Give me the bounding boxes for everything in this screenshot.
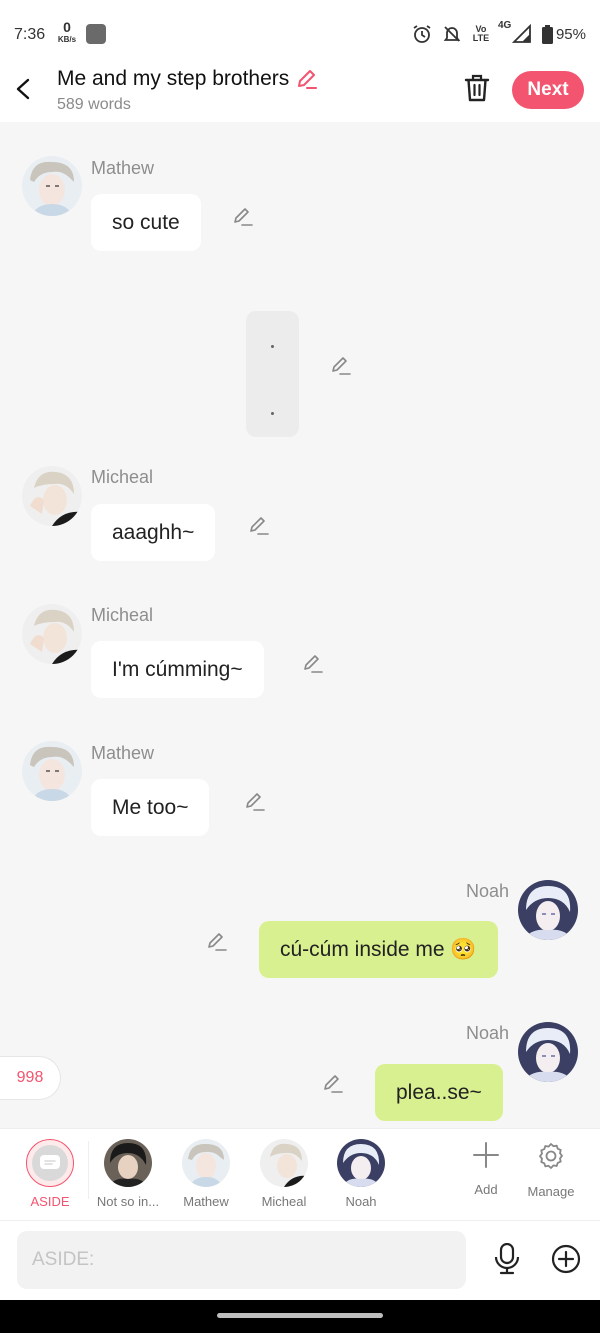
plus-icon (473, 1142, 499, 1168)
avatar-noah[interactable] (518, 880, 578, 940)
signal-icon (511, 24, 531, 43)
message-bubble[interactable]: Me too~ (91, 779, 210, 836)
mute-bell-icon (443, 26, 461, 42)
divider (88, 1141, 89, 1199)
sender-name: Micheal (91, 605, 154, 625)
avatar-micheal[interactable] (22, 604, 82, 664)
character-avatar (182, 1139, 230, 1187)
character-not-so-in[interactable]: Not so in... (92, 1139, 164, 1209)
net-speed-unit: KB/s (57, 35, 77, 44)
character-label: Noah (345, 1194, 377, 1209)
message-bubble[interactable]: I'm cúmming~ (91, 641, 264, 698)
sender-name: Micheal (91, 467, 154, 487)
manage-characters-button[interactable]: Manage (521, 1141, 581, 1199)
home-gesture-bar[interactable] (217, 1313, 383, 1318)
avatar-micheal[interactable] (22, 466, 82, 526)
sender-name: Noah (466, 1023, 510, 1043)
message-bubble[interactable]: aaaghh~ (91, 504, 216, 561)
aside-bubble-icon (40, 1155, 60, 1169)
composer (0, 1220, 600, 1300)
dot (271, 412, 274, 415)
status-time: 7:36 (14, 26, 46, 43)
character-avatar (260, 1139, 308, 1187)
character-label: Mathew (183, 1194, 229, 1209)
net-speed-value: 0 (63, 19, 71, 35)
trash-icon[interactable] (464, 74, 490, 102)
character-label: Not so in... (96, 1194, 160, 1209)
edit-message-icon[interactable] (206, 930, 228, 952)
signal-group: 4G (498, 20, 532, 44)
microphone-icon[interactable] (493, 1243, 521, 1275)
character-avatar (337, 1139, 385, 1187)
system-nav-bar (0, 1300, 600, 1333)
story-header: Me and my step brothers 589 words Next (0, 62, 600, 122)
message-bubble[interactable]: cú-cúm inside me 🥺 (259, 921, 498, 978)
volte-indicator: Vo LTE (472, 24, 490, 43)
word-count: 589 words (57, 96, 131, 113)
aside-avatar (26, 1139, 74, 1187)
character-aside[interactable]: ASIDE (14, 1139, 86, 1209)
alarm-icon (413, 25, 431, 43)
character-selector: ASIDE Not so in... Mathew Micheal Noah A… (0, 1128, 600, 1220)
edit-message-icon[interactable] (244, 790, 266, 812)
character-avatar (104, 1139, 152, 1187)
avatar-mathew[interactable] (22, 156, 82, 216)
edit-message-icon[interactable] (232, 205, 254, 227)
message-bubble[interactable]: plea..se~ (375, 1064, 503, 1121)
sender-name: Noah (466, 881, 510, 901)
gear-icon (539, 1143, 563, 1169)
character-micheal[interactable]: Micheal (248, 1139, 320, 1209)
net-speed: 0 KB/s (56, 19, 78, 45)
character-mathew[interactable]: Mathew (170, 1139, 242, 1209)
status-bar: 7:36 0 KB/s Vo LTE 4G 95% (0, 0, 600, 62)
battery-icon (541, 24, 553, 44)
remaining-count-badge[interactable]: 998 (0, 1056, 61, 1100)
story-title: Me and my step brothers (57, 67, 290, 90)
message-bubble[interactable]: so cute (91, 194, 201, 251)
story-title-row[interactable]: Me and my step brothers (57, 67, 319, 91)
dot (271, 345, 274, 348)
edit-message-icon[interactable] (302, 652, 324, 674)
notification-app-icon (86, 24, 106, 44)
aside-input[interactable] (17, 1231, 466, 1289)
add-character-button[interactable]: Add (456, 1141, 516, 1197)
network-type: 4G (497, 20, 512, 31)
character-noah[interactable]: Noah (325, 1139, 397, 1209)
edit-message-icon[interactable] (248, 514, 270, 536)
character-label: Micheal (261, 1194, 307, 1209)
add-label: Add (474, 1182, 498, 1197)
add-circle-icon[interactable] (551, 1244, 581, 1274)
narration-bubble[interactable] (246, 311, 299, 437)
manage-label: Manage (527, 1184, 575, 1199)
edit-title-icon[interactable] (295, 67, 319, 91)
character-label: ASIDE (30, 1194, 70, 1209)
sender-name: Mathew (91, 158, 155, 178)
sender-name: Mathew (91, 743, 155, 763)
battery-group: 95% (541, 24, 586, 44)
edit-message-icon[interactable] (330, 354, 352, 376)
next-button[interactable]: Next (512, 71, 584, 109)
status-icons: Vo LTE 4G 95% (412, 20, 586, 46)
avatar-mathew[interactable] (22, 741, 82, 801)
edit-message-icon[interactable] (322, 1072, 344, 1094)
battery-level: 95% (555, 25, 586, 43)
back-arrow-icon[interactable] (12, 74, 36, 104)
avatar-noah[interactable] (518, 1022, 578, 1082)
